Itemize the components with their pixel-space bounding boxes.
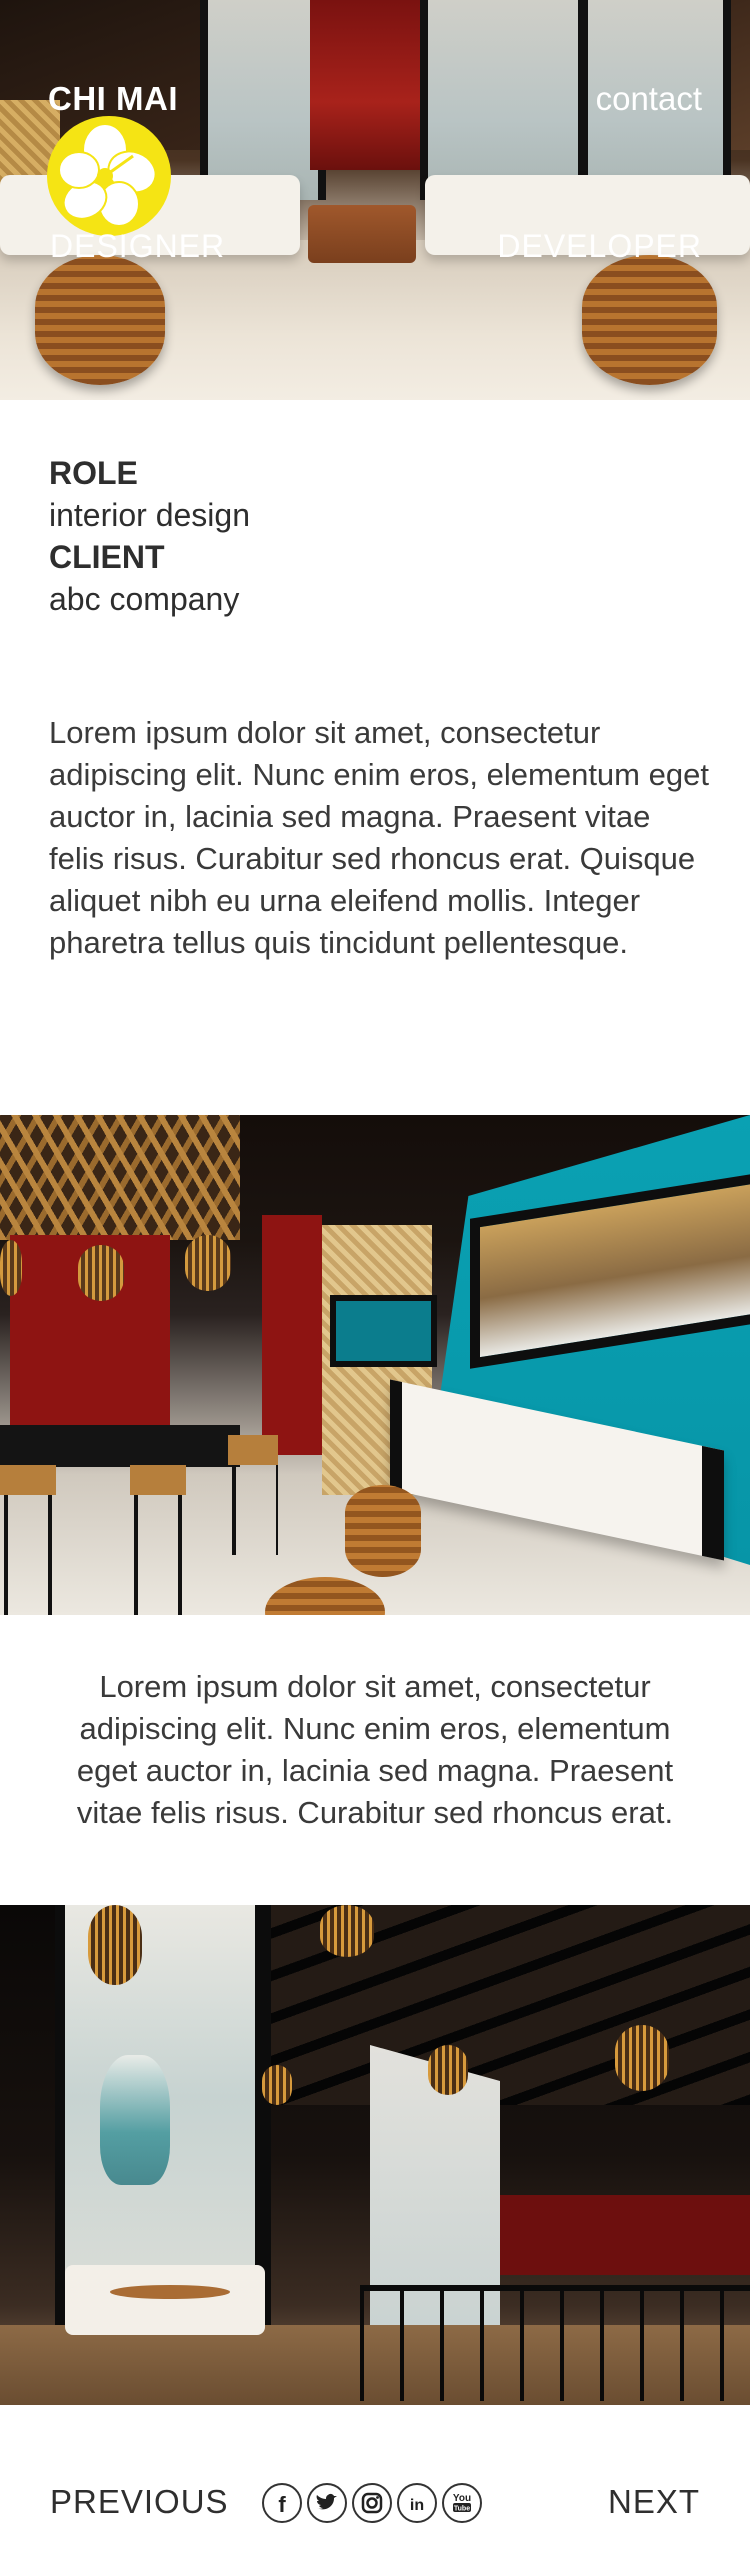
pendant-lamp-icon <box>0 1240 22 1296</box>
stair-railing <box>360 2285 750 2401</box>
svg-text:in: in <box>410 2497 424 2514</box>
youtube-icon[interactable]: You Tube <box>442 2483 482 2523</box>
social-links: f in You Tube <box>262 2483 482 2527</box>
interior-bar-image <box>0 1115 750 1615</box>
hero-wall-panel <box>420 0 586 200</box>
pendant-lamp-icon <box>428 2045 468 2095</box>
hero-pouf-left <box>35 255 165 385</box>
white-sofa <box>65 2265 265 2335</box>
bar-stool <box>228 1435 278 1555</box>
contact-link[interactable]: contact <box>596 80 702 118</box>
site-name-link[interactable]: CHI MAI <box>48 80 178 118</box>
designer-link[interactable]: DESIGNER <box>50 228 225 265</box>
twitter-icon[interactable] <box>307 2483 347 2523</box>
woven-pouf <box>265 1577 385 1615</box>
small-mirror <box>330 1295 437 1367</box>
pendant-lamp-icon <box>320 1905 374 1957</box>
ceiling-lattice <box>0 1115 240 1240</box>
project-caption: Lorem ipsum dolor sit amet, consectetur … <box>76 1669 674 1830</box>
hero-coffee-table <box>308 205 416 263</box>
pendant-lamp-icon <box>262 2065 292 2105</box>
pendant-lamp-icon <box>88 1905 142 1985</box>
bar-stool <box>0 1465 56 1615</box>
role-value: interior design <box>49 497 250 533</box>
previous-link[interactable]: PREVIOUS <box>50 2483 229 2521</box>
interior-lounge-image <box>0 1905 750 2405</box>
next-link[interactable]: NEXT <box>608 2483 700 2521</box>
svg-text:You: You <box>453 2493 471 2504</box>
project-description: Lorem ipsum dolor sit amet, consectetur … <box>49 715 709 960</box>
pendant-lamp-icon <box>615 2025 669 2091</box>
bar-counter <box>0 1425 240 1467</box>
geisha-artwork <box>100 2055 170 2185</box>
red-wall <box>262 1215 322 1455</box>
project-meta: ROLE interior design CLIENT abc company <box>49 452 250 620</box>
pendant-lamp-icon <box>185 1235 231 1291</box>
red-wall <box>500 2195 750 2275</box>
role-label: ROLE <box>49 455 138 491</box>
hero-wall-panel <box>200 0 326 200</box>
instagram-icon[interactable] <box>352 2483 392 2523</box>
developer-link[interactable]: DEVELOPER <box>497 228 702 265</box>
hero-image: CHI MAI contact DESIGNER DEVELOPER <box>0 0 750 400</box>
hero-pouf-right <box>582 255 717 385</box>
client-value: abc company <box>49 581 240 617</box>
pendant-lamp-icon <box>78 1245 124 1301</box>
woven-pouf <box>345 1485 421 1577</box>
bar-stool <box>130 1465 186 1615</box>
hero-red-wall <box>310 0 420 170</box>
facebook-icon[interactable]: f <box>262 2483 302 2523</box>
round-table <box>110 2285 230 2299</box>
svg-text:f: f <box>278 2492 286 2517</box>
hibiscus-logo-icon[interactable] <box>47 116 171 236</box>
linkedin-icon[interactable]: in <box>397 2483 437 2523</box>
svg-text:Tube: Tube <box>454 2506 470 2513</box>
client-label: CLIENT <box>49 539 165 575</box>
